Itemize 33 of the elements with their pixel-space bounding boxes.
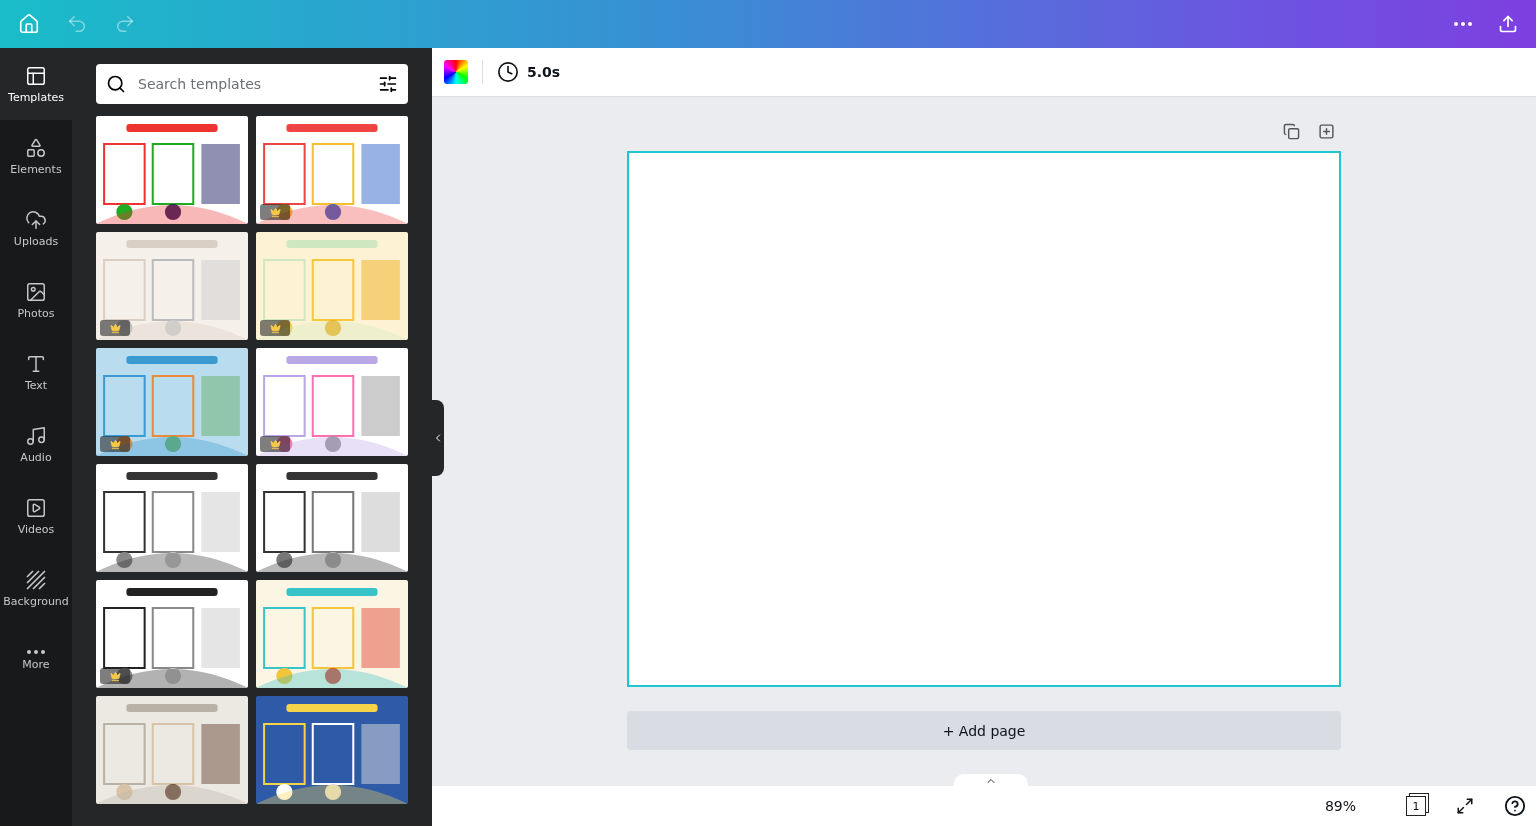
sidebar-item[interactable]: Templates	[0, 48, 72, 120]
add-page-icon[interactable]	[1318, 123, 1335, 140]
filter-icon[interactable]	[378, 74, 398, 94]
crown-icon	[109, 322, 121, 334]
crown-icon	[269, 438, 281, 450]
cloud-upload-icon	[25, 208, 47, 231]
collapse-handle[interactable]	[432, 400, 444, 476]
clock-icon	[497, 61, 519, 83]
add-page-button[interactable]: + Add page	[627, 711, 1341, 750]
more-icon	[1454, 22, 1472, 26]
zoom-level[interactable]: 89%	[1324, 798, 1356, 814]
fullscreen-icon[interactable]	[1456, 797, 1474, 815]
more-icon	[27, 649, 45, 654]
image-icon	[25, 280, 47, 303]
upload-icon	[1498, 14, 1518, 34]
crown-icon	[269, 322, 281, 334]
help-icon[interactable]	[1504, 795, 1526, 817]
crown-icon	[109, 438, 121, 450]
play-icon	[25, 496, 47, 519]
search-field[interactable]: Search templates	[96, 64, 408, 104]
duration-button[interactable]: 5.0s	[497, 61, 561, 83]
crown-icon	[109, 670, 121, 682]
layout-icon	[25, 64, 47, 87]
home-icon	[18, 13, 40, 35]
shapes-icon	[25, 136, 47, 159]
color-swatch[interactable]	[444, 60, 468, 84]
page-count[interactable]: 1	[1406, 796, 1426, 816]
search-icon	[106, 74, 126, 94]
redo-icon	[114, 13, 136, 35]
duplicate-page-icon[interactable]	[1283, 123, 1300, 140]
undo-icon	[66, 13, 88, 35]
crown-icon	[269, 206, 281, 218]
music-icon	[25, 424, 47, 447]
